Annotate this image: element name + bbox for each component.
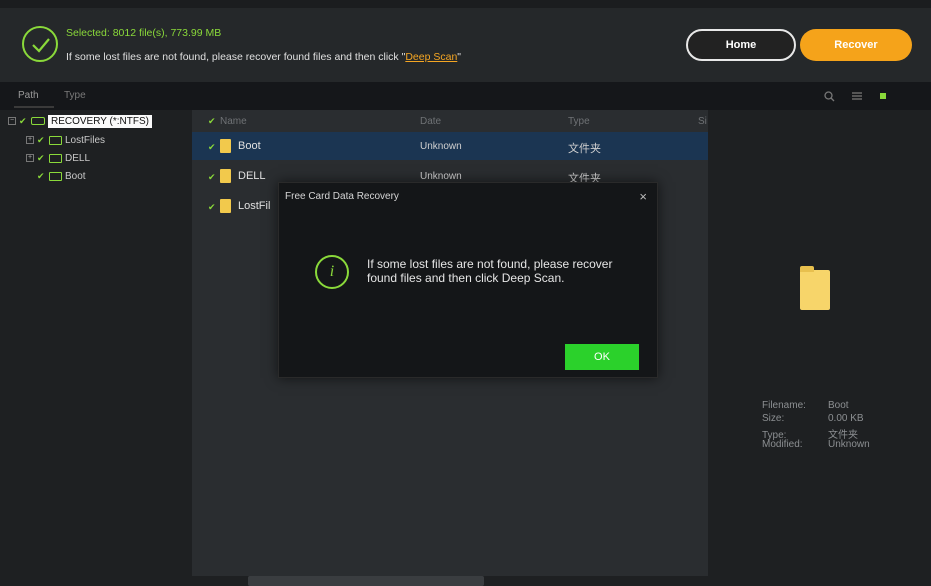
close-icon[interactable]: × <box>639 189 647 204</box>
column-header-size[interactable]: Si <box>698 116 707 127</box>
preview-panel: Filename: Boot Size: 0.00 KB Type: 文件夹 Modi… <box>708 110 931 586</box>
header-bar: Selected: 8012 file(s), 773.99 MB If som… <box>0 0 931 82</box>
tree-item-label: DELL <box>65 152 91 164</box>
folder-icon <box>49 135 62 145</box>
preview-filename: Filename: Boot <box>762 400 849 411</box>
file-list-header: ✔ Name Date Type Si <box>192 110 708 132</box>
checkbox-checked-icon[interactable]: ✔ <box>37 153 46 163</box>
meta-value: 0.00 KB <box>828 413 864 424</box>
recover-button[interactable]: Recover <box>800 29 912 61</box>
checkbox-checked-icon[interactable]: ✔ <box>208 142 216 153</box>
info-dialog: Free Card Data Recovery × i If some lost… <box>278 182 658 378</box>
horizontal-scrollbar[interactable] <box>248 576 484 586</box>
selected-summary: Selected: 8012 file(s), 773.99 MB <box>66 27 222 39</box>
folder-tree: − ✔ RECOVERY (*:NTFS) + ✔ LostFiles + ✔ … <box>0 110 192 586</box>
hint-prefix: If some lost files are not found, please… <box>66 51 406 63</box>
folder-preview-icon <box>800 266 830 310</box>
folder-icon <box>49 153 62 163</box>
drive-icon <box>31 117 45 125</box>
active-tab-indicator <box>14 106 54 108</box>
info-icon: i <box>315 255 349 289</box>
preview-size: Size: 0.00 KB <box>762 413 864 424</box>
tree-root-row[interactable]: − ✔ RECOVERY (*:NTFS) <box>8 112 152 130</box>
checkbox-checked-icon[interactable]: ✔ <box>208 202 216 213</box>
preview-modified: Modified: Unknown <box>762 439 870 450</box>
file-row[interactable]: ✔ Boot Unknown 文件夹 <box>192 132 708 160</box>
file-date: Unknown <box>420 171 462 182</box>
list-view-icon[interactable] <box>852 91 862 104</box>
file-name: Boot <box>238 140 261 152</box>
file-name: LostFil <box>238 200 271 212</box>
file-type: 文件夹 <box>568 143 601 155</box>
checkbox-checked-icon[interactable]: ✔ <box>37 171 46 181</box>
tab-path[interactable]: Path <box>18 90 39 101</box>
meta-key: Modified: <box>762 439 803 450</box>
column-header-type[interactable]: Type <box>568 116 590 127</box>
column-header-date[interactable]: Date <box>420 116 441 127</box>
meta-value: Unknown <box>828 439 870 450</box>
tree-item-boot[interactable]: ✔ Boot <box>37 167 86 185</box>
home-button[interactable]: Home <box>686 29 796 61</box>
tree-item-dell[interactable]: + ✔ DELL <box>26 149 90 167</box>
file-name: DELL <box>238 170 266 182</box>
hint-suffix: " <box>457 51 462 63</box>
deep-scan-hint: If some lost files are not found, please… <box>66 51 461 63</box>
meta-key: Size: <box>762 413 785 424</box>
tree-item-label: LostFiles <box>65 134 106 146</box>
tab-type[interactable]: Type <box>64 90 86 101</box>
tree-item-lostfiles[interactable]: + ✔ LostFiles <box>26 131 105 149</box>
folder-icon <box>49 171 62 181</box>
file-date: Unknown <box>420 141 462 152</box>
search-icon[interactable] <box>824 91 835 105</box>
expand-icon[interactable]: + <box>26 154 34 162</box>
ok-button[interactable]: OK <box>565 344 639 370</box>
scan-complete-check-icon <box>22 26 58 62</box>
title-strip <box>0 0 931 8</box>
folder-icon <box>220 199 231 213</box>
view-tab-bar: Path Type <box>0 82 931 110</box>
meta-key: Filename: <box>762 400 806 411</box>
tree-item-label: Boot <box>65 170 86 182</box>
folder-icon <box>220 169 231 183</box>
checkbox-checked-icon[interactable]: ✔ <box>208 172 216 183</box>
meta-value: Boot <box>828 400 849 411</box>
dialog-title: Free Card Data Recovery <box>285 191 399 202</box>
grid-view-icon[interactable] <box>878 91 888 104</box>
collapse-icon[interactable]: − <box>8 117 16 125</box>
select-all-checkbox[interactable]: ✔ <box>208 116 216 127</box>
dialog-message: If some lost files are not found, please… <box>367 257 613 285</box>
deep-scan-link[interactable]: Deep Scan <box>405 51 457 63</box>
folder-icon <box>220 139 231 153</box>
expand-icon[interactable]: + <box>26 136 34 144</box>
checkbox-checked-icon[interactable]: ✔ <box>19 116 28 126</box>
checkbox-checked-icon[interactable]: ✔ <box>37 135 46 145</box>
tree-root-label: RECOVERY (*:NTFS) <box>48 114 152 128</box>
column-header-name[interactable]: Name <box>220 116 247 127</box>
